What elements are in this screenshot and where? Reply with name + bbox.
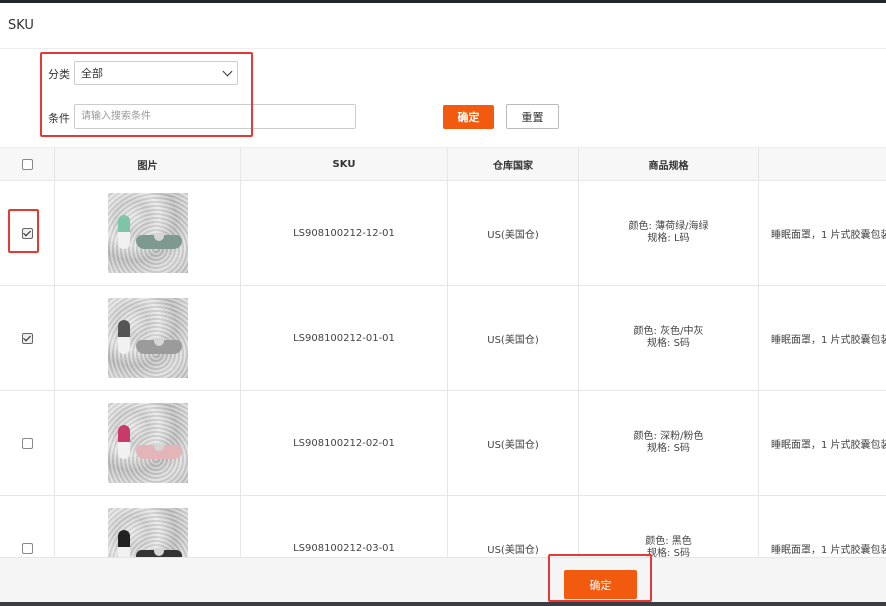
row-spec-size: 规格: S码 — [647, 338, 690, 349]
row-warehouse: US(美国仓) — [448, 286, 579, 390]
table-row: LS908100212-12-01 US(美国仓) 颜色: 薄荷绿/海绿 规格:… — [0, 181, 886, 286]
row-description: 睡眠面罩，1 片式胶囊包装 — [771, 544, 886, 556]
row-spec-size: 规格: S码 — [647, 443, 690, 454]
row-spec: 颜色: 深粉/粉色 规格: S码 — [579, 391, 759, 495]
header-description — [759, 148, 886, 180]
modal-confirm-button[interactable]: 确定 — [564, 570, 637, 599]
row-select-cell — [0, 286, 55, 390]
filter-panel: 分类 全部 条件 确定 重置 — [0, 49, 886, 147]
row-image-cell — [55, 181, 241, 285]
row-image-cell — [55, 286, 241, 390]
row-checkbox[interactable] — [21, 227, 33, 239]
row-checkbox[interactable] — [21, 437, 33, 449]
modal-footer: 确定 — [0, 557, 886, 602]
row-spec: 颜色: 薄荷绿/海绿 规格: L码 — [579, 181, 759, 285]
row-checkbox[interactable] — [21, 542, 33, 554]
product-image — [107, 508, 188, 557]
row-image-cell — [55, 496, 241, 557]
mask-graphic — [135, 233, 182, 249]
header-spec: 商品规格 — [579, 148, 759, 180]
mask-graphic — [135, 338, 182, 354]
condition-label: 条件 — [48, 112, 70, 125]
row-select-cell — [0, 391, 55, 495]
product-image — [107, 403, 188, 483]
header-warehouse: 仓库国家 — [448, 148, 579, 180]
row-sku: LS908100212-01-01 — [241, 286, 448, 390]
row-spec-color: 颜色: 薄荷绿/海绿 — [628, 221, 709, 232]
category-label: 分类 — [48, 68, 70, 81]
row-select-cell — [0, 496, 55, 557]
row-description: 睡眠面罩，1 片式胶囊包装 — [771, 229, 886, 241]
filter-confirm-button[interactable]: 确定 — [443, 105, 494, 129]
filter-reset-button[interactable]: 重置 — [506, 104, 559, 129]
capsule-graphic — [117, 215, 130, 249]
row-spec-color: 颜色: 黑色 — [645, 536, 692, 547]
table-header: 图片 SKU 仓库国家 商品规格 — [0, 147, 886, 181]
header-image: 图片 — [55, 148, 241, 180]
product-image — [107, 298, 188, 378]
modal-header: SKU — [0, 3, 886, 49]
select-all-checkbox[interactable] — [21, 158, 33, 170]
header-select-all-cell — [0, 148, 55, 180]
condition-search-input[interactable] — [74, 104, 356, 129]
header-sku: SKU — [241, 148, 448, 180]
table-row: LS908100212-03-01 US(美国仓) 颜色: 黑色 规格: S码 … — [0, 496, 886, 557]
category-select-value: 全部 — [81, 67, 103, 80]
row-warehouse: US(美国仓) — [448, 181, 579, 285]
mask-graphic — [135, 548, 182, 557]
capsule-graphic — [117, 530, 130, 557]
row-spec: 颜色: 黑色 规格: S码 — [579, 496, 759, 557]
row-spec: 颜色: 灰色/中灰 规格: S码 — [579, 286, 759, 390]
row-sku: LS908100212-03-01 — [241, 496, 448, 557]
capsule-graphic — [117, 320, 130, 354]
row-sku: LS908100212-02-01 — [241, 391, 448, 495]
category-select[interactable]: 全部 — [74, 61, 238, 85]
checkmark-icon — [23, 228, 31, 236]
chevron-down-icon — [222, 66, 233, 76]
mask-graphic — [135, 443, 182, 459]
backdrop-bottom — [0, 602, 886, 606]
row-sku: LS908100212-12-01 — [241, 181, 448, 285]
row-spec-size: 规格: L码 — [647, 233, 690, 244]
checkmark-icon — [23, 333, 31, 341]
row-description: 睡眠面罩，1 片式胶囊包装 — [771, 334, 886, 346]
row-select-cell — [0, 181, 55, 285]
row-description: 睡眠面罩，1 片式胶囊包装 — [771, 439, 886, 451]
row-image-cell — [55, 391, 241, 495]
row-spec-color: 颜色: 灰色/中灰 — [633, 326, 704, 337]
row-spec-color: 颜色: 深粉/粉色 — [633, 431, 704, 442]
table-row: LS908100212-02-01 US(美国仓) 颜色: 深粉/粉色 规格: … — [0, 391, 886, 496]
product-image — [107, 193, 188, 273]
row-spec-size: 规格: S码 — [647, 548, 690, 557]
sku-modal: SKU 分类 全部 条件 确定 重置 图片 SKU 仓库国家 商品规格 — [0, 3, 886, 602]
row-checkbox[interactable] — [21, 332, 33, 344]
sku-table: 图片 SKU 仓库国家 商品规格 LS908100212-12-01 US(美国… — [0, 147, 886, 557]
table-row: LS908100212-01-01 US(美国仓) 颜色: 灰色/中灰 规格: … — [0, 286, 886, 391]
modal-title: SKU — [8, 18, 34, 33]
row-warehouse: US(美国仓) — [448, 496, 579, 557]
capsule-graphic — [117, 425, 130, 459]
row-warehouse: US(美国仓) — [448, 391, 579, 495]
